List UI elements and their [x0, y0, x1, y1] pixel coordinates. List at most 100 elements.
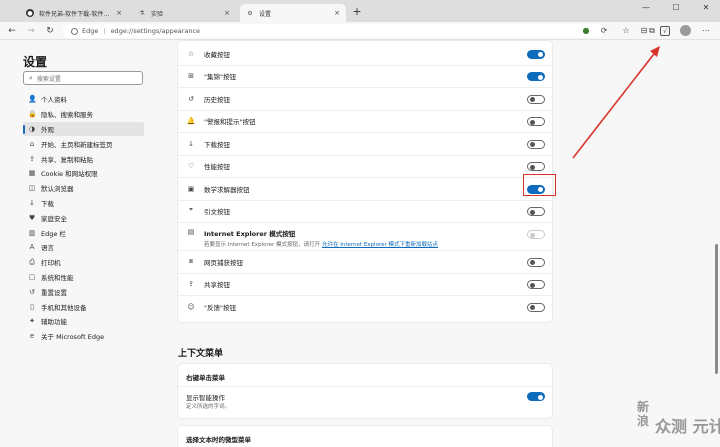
row-icon: ↺: [188, 94, 194, 103]
toolbar-button-row: 🔔 "警报和提示"按钮: [178, 111, 552, 133]
toolbar-button-row: ↺ 历史按钮: [178, 88, 552, 111]
row-icon: 🔔: [186, 117, 196, 126]
ie-mode-desc: 若要显示 Internet Explorer 模式按钮，请打开 允许在 Inter…: [204, 240, 438, 248]
back-button[interactable]: ←: [6, 25, 18, 37]
ie-mode-label: Internet Explorer 模式按钮: [204, 230, 296, 238]
toolbar-toggle[interactable]: [527, 207, 545, 217]
row-icon: ⊞: [188, 72, 194, 81]
toolbar-toggle[interactable]: [527, 94, 545, 104]
tab-settings[interactable]: ⚙ 设置 ×: [240, 4, 346, 22]
more-menu-icon[interactable]: ⋯: [700, 25, 712, 37]
sidebar-item[interactable]: ⎙ 打印机: [23, 255, 144, 270]
forward-button[interactable]: →: [25, 25, 37, 37]
search-icon: ⌕: [29, 73, 33, 82]
sidebar-item[interactable]: ⌂ 开始、主页和新建标签页: [23, 136, 144, 151]
ie-mode-text: Internet Explorer 模式按钮若要显示 Internet Expl…: [204, 228, 438, 248]
toolbar-toggle[interactable]: [527, 139, 545, 149]
tab-close-icon[interactable]: ×: [116, 9, 122, 17]
right-click-header: 右键单击菜单: [186, 374, 225, 382]
maximize-button[interactable]: ☐: [662, 3, 690, 12]
math-solver-icon[interactable]: √: [660, 26, 670, 36]
row-label: "反馈"按钮: [204, 304, 236, 313]
sidebar-item-icon: 👤: [28, 95, 37, 104]
address-input[interactable]: Edge | edge://settings/appearance: [63, 24, 603, 38]
sidebar-item[interactable]: ◑ 外观: [23, 121, 144, 137]
context-menu-section-title: 上下文菜单: [178, 349, 224, 359]
sidebar-item-icon: ⇪: [29, 154, 35, 163]
sidebar-item[interactable]: ◫ 默认浏览器: [23, 181, 144, 196]
toolbar-toggle[interactable]: [527, 72, 545, 82]
sidebar-item[interactable]: ↓ 下载: [23, 196, 144, 211]
sidebar-item-icon: ♥: [28, 213, 36, 222]
row-label: 网页捕获按钮: [204, 258, 243, 267]
toolbar-buttons-card: ☆ 收藏按钮 ⊞ "集锦"按钮 ↺ 历史按钮 🔔 "警报和提示"按钮 ↓ 下载按钮 ♡ 性能按钮 ▣ 数学…: [178, 41, 552, 322]
sidebar-item-icon: ⌂: [29, 139, 35, 148]
sidebar-item-icon: ▢: [28, 272, 36, 281]
minimize-button[interactable]: —: [632, 3, 660, 12]
refresh-button[interactable]: ↻: [44, 25, 56, 37]
toolbar-toggle[interactable]: [527, 302, 545, 312]
tab-software[interactable]: ● 软件兄弟-软件下载-软件下载平台 ×: [20, 4, 128, 22]
sidebar-item[interactable]: ♥ 家庭安全: [23, 210, 144, 225]
toolbar-button-row: ☺ "反馈"按钮: [178, 296, 552, 319]
sidebar-item[interactable]: ↺ 重置设置: [23, 284, 144, 299]
browser-label: Edge: [82, 27, 99, 35]
row-label: 数学求解器按钮: [204, 185, 250, 194]
ie-mode-settings-link[interactable]: 允许在 Internet Explorer 模式下重新加载站点: [322, 242, 438, 248]
refresh-page-icon[interactable]: ⟳: [598, 25, 610, 37]
sidebar-item-icon: ◑: [28, 124, 36, 133]
tab-close-icon[interactable]: ×: [334, 9, 340, 17]
extension-icon[interactable]: ●: [580, 25, 592, 37]
sidebar-item[interactable]: 🔒 隐私、搜索和服务: [23, 107, 144, 122]
toolbar-toggle[interactable]: [527, 162, 545, 172]
sidebar-item[interactable]: ✦ 辅助功能: [23, 314, 144, 329]
new-tab-button[interactable]: +: [350, 5, 364, 19]
sidebar-item[interactable]: 👤 个人资料: [23, 92, 144, 107]
url-text: edge://settings/appearance: [110, 27, 201, 35]
page-title: 设置: [23, 55, 48, 69]
sidebar-item-icon: ◫: [28, 184, 36, 193]
sidebar-item[interactable]: ▯ 手机和其他设备: [23, 299, 144, 314]
row-label: "集锦"按钮: [204, 73, 236, 82]
toolbar-toggle[interactable]: [527, 280, 545, 290]
smart-actions-label: 显示智能操作: [186, 394, 225, 402]
close-window-button[interactable]: ✕: [692, 3, 720, 12]
toolbar-button-row: ☆ 收藏按钮: [178, 43, 552, 66]
toolbar-toggle[interactable]: [527, 257, 545, 267]
sidebar-item-icon: 🔒: [28, 110, 37, 119]
site-info-icon[interactable]: [71, 27, 78, 35]
row-label: 性能按钮: [204, 163, 230, 172]
sidebar-item-label: 个人资料: [41, 96, 67, 105]
tab-experiments[interactable]: ⚗ 实验 ×: [132, 4, 236, 22]
row-icon: ⧈: [188, 257, 194, 266]
toolbar-button-row: ⇪ 共享按钮: [178, 274, 552, 296]
mini-menu-header: 选择文本时的微型菜单: [186, 436, 251, 444]
sidebar-item-label: 手机和其他设备: [41, 303, 87, 312]
divider: [178, 386, 552, 387]
smart-actions-desc: 定义所选的字词。: [186, 404, 231, 410]
sidebar-item[interactable]: ⇪ 共享、复制和粘贴: [23, 151, 144, 166]
smart-actions-toggle[interactable]: [527, 392, 545, 401]
sidebar-item-label: 下载: [41, 199, 54, 208]
row-icon: ❞: [189, 207, 193, 216]
sidebar-item[interactable]: e 关于 Microsoft Edge: [23, 329, 144, 344]
sidebar-item-label: Edge 栏: [41, 229, 66, 238]
ie-mode-toggle[interactable]: [527, 230, 545, 239]
watermark-text: 众测 元计算: [655, 417, 720, 436]
toolbar-toggle[interactable]: [527, 49, 545, 59]
sidebar-item[interactable]: A 语言: [23, 240, 144, 255]
tab-close-icon[interactable]: ×: [224, 9, 230, 17]
search-settings-input[interactable]: ⌕ 搜索设置: [23, 71, 143, 85]
profile-avatar[interactable]: [680, 25, 691, 36]
favorites-icon[interactable]: ☆: [620, 25, 632, 37]
sidebar-item[interactable]: ▥ Edge 栏: [23, 225, 144, 240]
row-label: "警报和提示"按钮: [204, 118, 256, 127]
collections-icon[interactable]: ⧉: [646, 25, 658, 37]
sidebar-item-icon: ▯: [30, 302, 34, 311]
toolbar-button-row: ❞ 引文按钮: [178, 201, 552, 223]
sidebar-item[interactable]: ▦ Cookie 和网站权限: [23, 166, 144, 181]
toolbar-toggle[interactable]: [527, 117, 545, 127]
ie-mode-desc-text: 若要显示 Internet Explorer 模式按钮，请打开: [204, 242, 320, 248]
page-scrollbar[interactable]: [715, 244, 718, 374]
sidebar-item[interactable]: ▢ 系统和性能: [23, 270, 144, 285]
